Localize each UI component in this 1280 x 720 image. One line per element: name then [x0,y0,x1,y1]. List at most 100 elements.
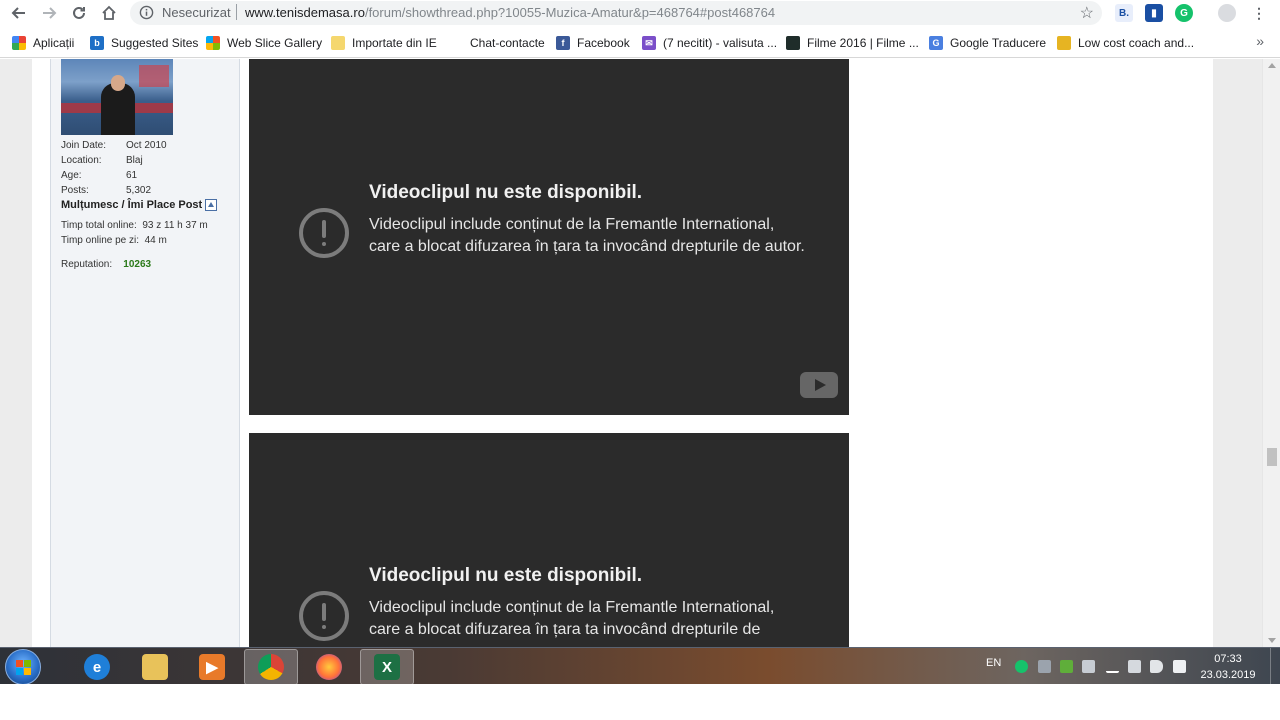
thanks-like-row: Mulțumesc / Îmi Place Post [61,199,218,211]
online-total-value: 93 z 11 h 37 m [142,220,208,231]
file-explorer-icon [142,654,168,680]
network-icon[interactable] [1128,660,1141,673]
tray-device-icon[interactable] [1082,660,1095,673]
profile-icon[interactable] [1218,4,1236,22]
video-player-1[interactable]: Videoclipul nu este disponibil. Videocli… [249,59,849,415]
bookmark-star-icon[interactable]: ☆ [1080,3,1094,23]
video-unavailable-message: Videoclipul include conținut de la Frema… [369,216,805,255]
mail-icon: ✉ [642,36,656,50]
bookmark-label: Web Slice Gallery [227,36,323,50]
posts-value: 5,302 [126,185,152,196]
home-icon[interactable] [98,3,120,23]
age-value: 61 [126,170,138,181]
online-total-row: Timp total online: 93 z 11 h 37 m [61,220,208,231]
bookmark-label: Suggested Sites [111,36,199,50]
security-label: Nesecurizat [162,5,231,20]
scroll-up-arrow-icon[interactable] [1268,63,1276,68]
video-player-2[interactable]: Videoclipul nu este disponibil. Videocli… [249,433,849,647]
bookmark-web-slice-gallery[interactable]: Web Slice Gallery [206,35,322,51]
location-label: Location: [61,155,102,166]
apps-icon [12,36,26,50]
bookmark-label: Google Traducere [950,36,1047,50]
online-day-row: Timp online pe zi: 44 m [61,235,167,246]
internet-explorer-icon: e [84,654,110,680]
youtube-logo-icon[interactable] [800,372,838,398]
volume-icon[interactable] [1150,660,1163,673]
windows-taskbar: e ▶ X EN 07:33 23.03.2019 [0,647,1280,685]
bookmark-label: Low cost coach and... [1078,36,1195,50]
video-unavailable-title: Videoclipul nu este disponibil. [369,182,643,203]
menu-kebab-icon[interactable]: ⋮ [1250,4,1268,22]
reload-icon[interactable] [68,3,90,23]
reputation-label: Reputation: [61,259,113,270]
back-icon[interactable] [8,3,30,23]
video-unavailable-message: Videoclipul include conținut de la Frema… [369,599,775,638]
bookmarks-overflow-icon[interactable]: » [1256,33,1264,49]
online-day-value: 44 m [144,235,167,246]
page-viewport: Join Date: Oct 2010 Location: Blaj Age: 61 … [0,59,1262,647]
bookmark-filme-2016[interactable]: Filme 2016 | Filme ... [786,35,919,51]
age-row: Age: 61 [61,170,137,181]
bookmark-google-traducere[interactable]: G Google Traducere [929,35,1046,51]
start-logo-piece [16,660,23,667]
bookmark-chat-contacte[interactable]: Chat-contacte [449,35,545,51]
media-player-icon: ▶ [199,654,225,680]
grammarly-tray-icon[interactable] [1015,660,1028,673]
action-center-flag-icon[interactable] [1173,660,1186,673]
url-host: www.tenisdemasa.ro [245,5,365,20]
online-total-label: Timp total online: [61,220,137,231]
start-logo-piece [24,660,31,667]
user-avatar[interactable] [61,59,173,135]
scroll-down-arrow-icon[interactable] [1268,638,1276,643]
taskbar-internet-explorer[interactable]: e [70,649,124,685]
avatar-detail [111,75,125,91]
start-button[interactable] [5,649,41,685]
extension-b-icon[interactable]: B. [1115,4,1133,22]
taskbar-file-explorer[interactable] [128,649,182,685]
bookmark-extension-icon[interactable]: ▮ [1145,4,1163,22]
signal-strength-icon[interactable] [1106,660,1119,673]
taskbar-firefox[interactable] [302,649,356,685]
info-icon[interactable] [139,5,154,25]
taskbar-excel[interactable]: X [360,649,414,685]
tray-check-icon[interactable] [1060,660,1073,673]
error-exclamation-icon [299,208,349,258]
bookmark-facebook[interactable]: f Facebook [556,35,630,51]
bookmark-label: (7 necitit) - valisuta ... [663,36,778,50]
forward-icon[interactable] [38,3,60,23]
join-date-row: Join Date: Oct 2010 [61,140,167,151]
language-indicator[interactable]: EN [986,657,1001,669]
reputation-row: Reputation: 10263 [61,259,151,270]
bookmark-label: Chat-contacte [470,36,545,50]
location-value: Blaj [126,155,143,166]
bookmark-apps[interactable]: Aplicații [12,35,74,51]
system-clock[interactable]: 07:33 23.03.2019 [1196,651,1260,683]
scroll-thumb[interactable] [1267,448,1277,466]
folder-icon [331,36,345,50]
location-row: Location: Blaj [61,155,143,166]
bookmark-label: Aplicații [33,36,75,50]
bookmark-label: Importate din IE [352,36,437,50]
bookmark-suggested-sites[interactable]: b Suggested Sites [90,35,198,51]
reputation-value: 10263 [123,259,152,270]
join-date-value: Oct 2010 [126,140,167,151]
grammarly-icon[interactable]: G [1175,4,1193,22]
expand-toggle-icon[interactable] [205,199,218,211]
show-desktop-button[interactable] [1270,648,1280,685]
video-unavailable-title: Videoclipul nu este disponibil. [369,565,643,586]
start-logo-piece [16,668,23,675]
bookmark-importate-din-ie[interactable]: Importate din IE [331,35,437,51]
bookmark-low-cost-coach[interactable]: Low cost coach and... [1057,35,1194,51]
tray-app-icon[interactable] [1038,660,1051,673]
error-exclamation-icon [299,591,349,641]
bookmark-mail[interactable]: ✉ (7 necitit) - valisuta ... [642,35,777,51]
translate-icon: G [929,36,943,50]
url-path: /forum/showthread.php?10055-Muzica-Amatu… [364,5,776,20]
taskbar-chrome[interactable] [244,649,298,685]
page-scrollbar[interactable] [1262,59,1280,647]
url-text[interactable]: www.tenisdemasa.ro/forum/showthread.php?… [245,5,775,20]
film-icon [786,36,800,50]
start-logo-piece [24,668,31,675]
address-bar[interactable]: Nesecurizat www.tenisdemasa.ro/forum/sho… [130,1,1102,25]
taskbar-media-player[interactable]: ▶ [185,649,239,685]
